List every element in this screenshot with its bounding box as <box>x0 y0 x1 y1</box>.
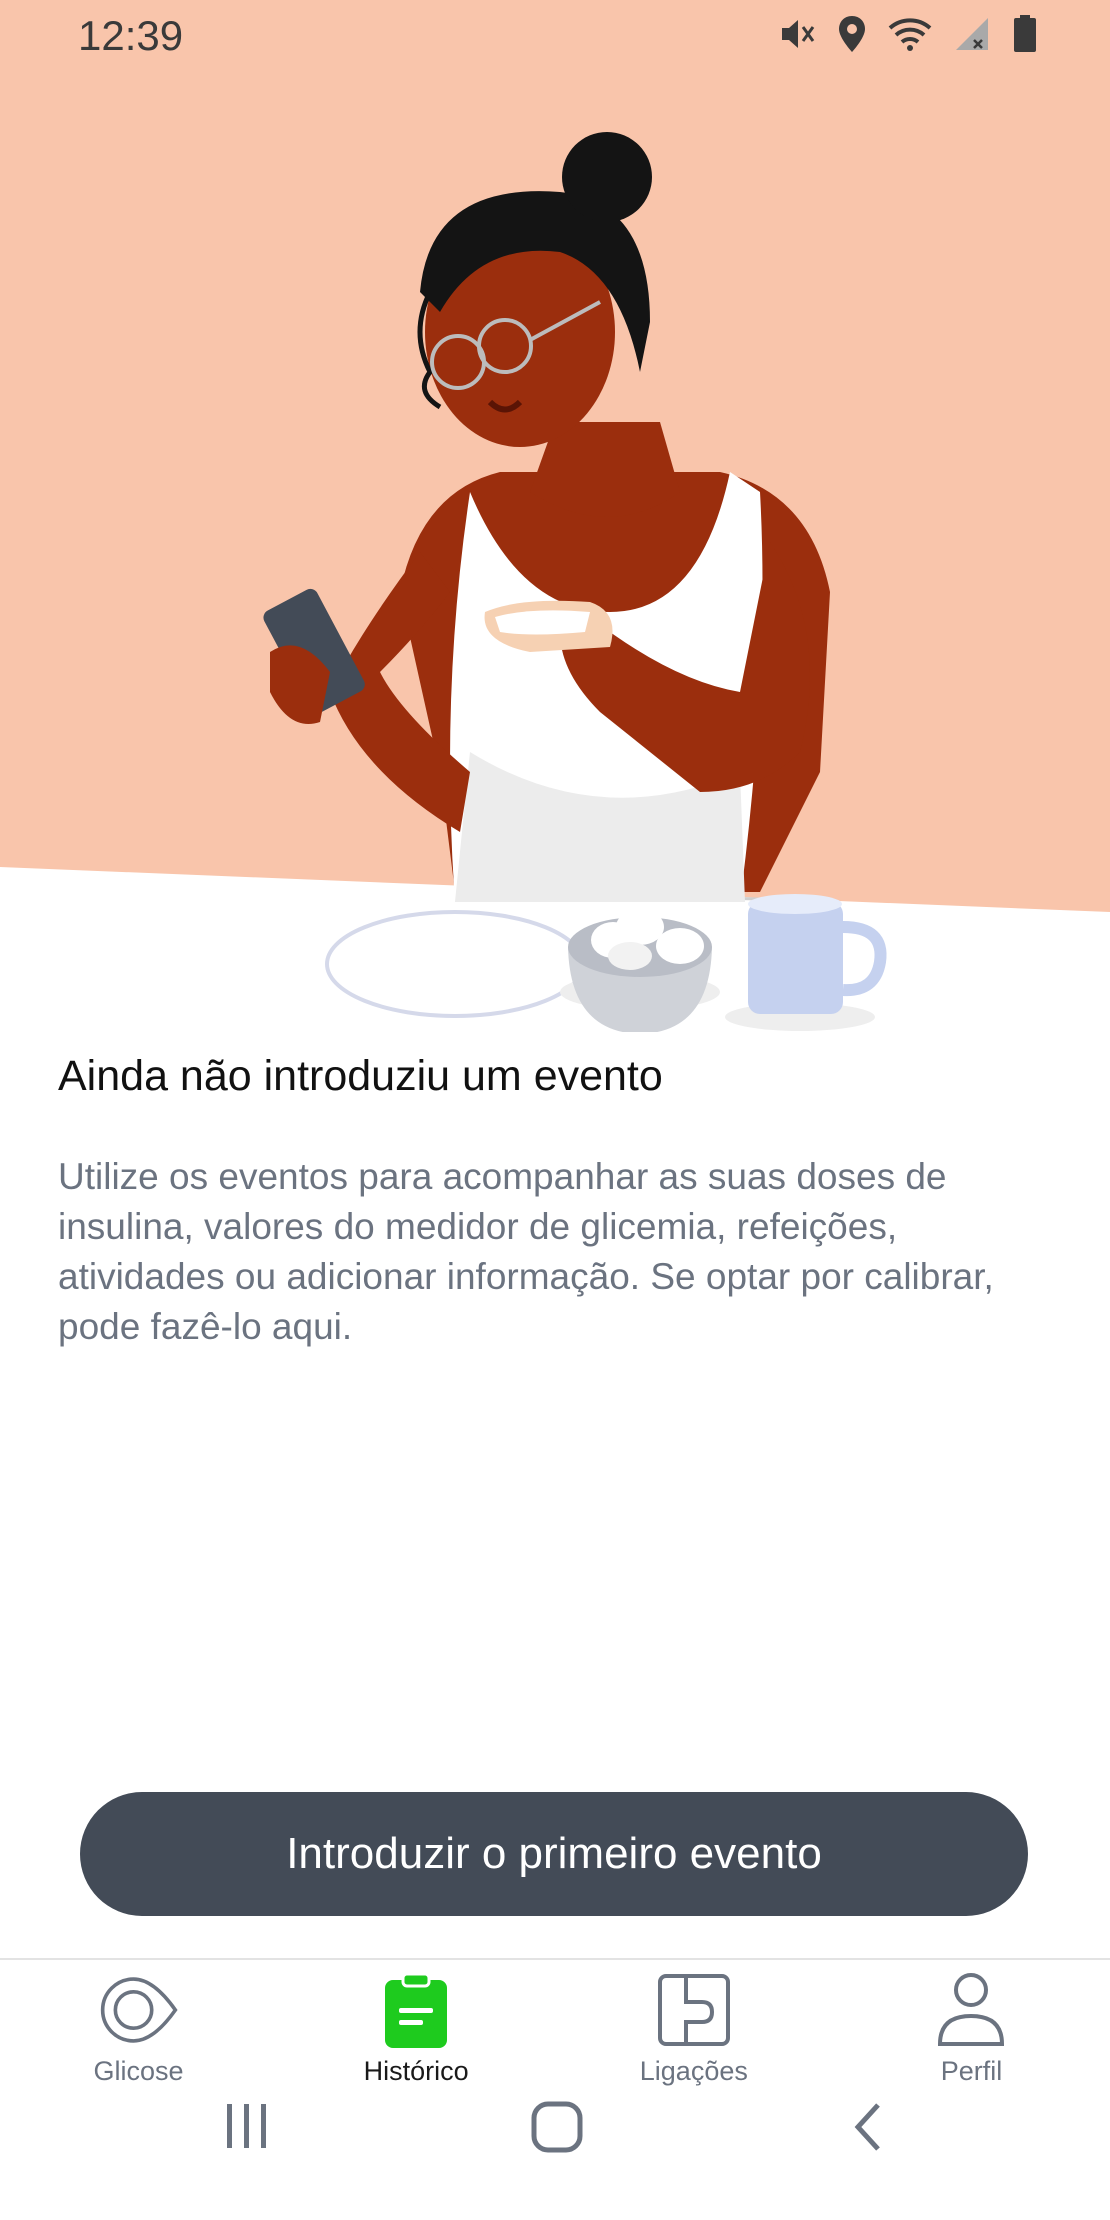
profile-icon <box>931 1970 1011 2050</box>
location-icon <box>836 14 868 59</box>
clipboard-icon <box>376 1970 456 2050</box>
empty-state-title: Ainda não introduziu um evento <box>58 1052 663 1100</box>
mute-icon <box>776 14 816 59</box>
status-time: 12:39 <box>78 12 184 59</box>
nav-item-historico[interactable]: Histórico <box>278 1960 555 2090</box>
nav-item-ligacoes[interactable]: Ligações <box>555 1960 832 2090</box>
nav-label-perfil: Perfil <box>940 2056 1003 2086</box>
bottom-nav: Glicose Histórico Ligações Perfil <box>0 1960 1110 2090</box>
wifi-icon <box>888 14 932 59</box>
status-bar: 12:39 <box>0 0 1110 72</box>
nav-item-glicose[interactable]: Glicose <box>0 1960 277 2090</box>
system-nav-bar <box>0 2100 1110 2210</box>
connections-icon <box>654 1970 734 2050</box>
nav-label-historico: Histórico <box>363 2056 469 2086</box>
recents-icon[interactable] <box>222 2100 272 2155</box>
glucose-sensor-icon <box>99 1970 179 2050</box>
nav-label-glicose: Glicose <box>93 2056 184 2086</box>
home-icon[interactable] <box>530 2100 584 2159</box>
add-first-event-button[interactable]: Introduzir o primeiro evento <box>80 1792 1028 1916</box>
signal-icon <box>952 14 992 59</box>
nav-label-ligacoes: Ligações <box>639 2056 748 2086</box>
empty-state-description: Utilize os eventos para acompanhar as su… <box>58 1156 994 1347</box>
status-icons <box>776 14 1038 59</box>
battery-icon <box>1012 14 1038 59</box>
hero-illustration <box>0 72 1110 1032</box>
nav-item-perfil[interactable]: Perfil <box>833 1960 1110 2090</box>
back-icon[interactable] <box>848 2100 888 2159</box>
